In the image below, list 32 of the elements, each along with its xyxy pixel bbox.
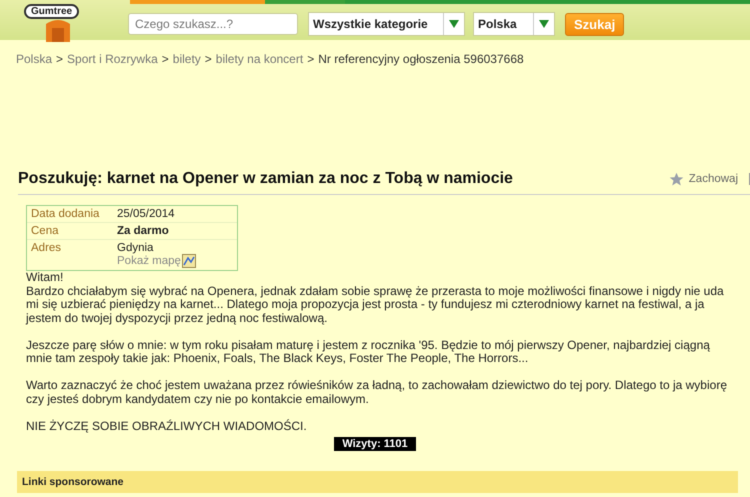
breadcrumb-link[interactable]: bilety na koncert — [216, 52, 304, 66]
location-dropdown[interactable]: Polska — [473, 12, 555, 36]
map-icon — [182, 254, 196, 268]
breadcrumb-link[interactable]: Polska — [16, 52, 52, 66]
detail-value: 25/05/2014 — [117, 208, 175, 220]
visit-counter: Wizyty: 1101 — [334, 437, 416, 451]
description-paragraph: Witam! Bardzo chciałabym się wybrać na Openera, jednak zdałam sobie sprawę że przerasta to moje możliwości finansowe i nigdy nie uda mi się uzbierać pieniędzy na karnet... Dlatego moja propozycja jest prosta - ty fundujesz mi czterodniowy karnet na festiwal, a ja jestem do twojej dyspozycji przez jedną noc festiwalową. — [26, 271, 725, 325]
dropdown-arrow-icon — [449, 20, 459, 28]
breadcrumb-link[interactable]: bilety — [172, 52, 201, 66]
detail-value: Gdynia — [117, 242, 154, 254]
category-dropdown[interactable]: Wszystkie kategorie — [308, 12, 465, 36]
logo-text: Gumtree — [24, 4, 80, 19]
breadcrumb-link[interactable]: Sport i Rozrywka — [67, 52, 158, 66]
sponsored-header: Linki sponsorowane — [17, 471, 738, 493]
description-paragraph: Jeszcze parę słów o mnie: w tym roku pisałam maturę i jestem z rocznika '95. Będzie to mój pierwszy Opener, najbardziej ciągną mnie tam zespoły takie jak: Phoenix, Foals, The Black Keys, Foster The People, The Horrors... — [26, 338, 711, 366]
star-icon — [668, 172, 684, 186]
dropdown-arrow-icon — [539, 20, 549, 28]
search-field[interactable]: Czego szukasz...? — [128, 13, 298, 35]
ad-title: Poszukuję: karnet na Opener w zamian za noc z Tobą w namiocie — [18, 170, 513, 188]
breadcrumb-text: Nr referencyjny ogłoszenia 596037668 — [318, 52, 524, 66]
save-link[interactable]: Zachowaj — [688, 173, 738, 185]
breadcrumb-text: > — [162, 52, 169, 66]
breadcrumb-text: > — [204, 52, 212, 66]
detail-label: Cena — [31, 225, 60, 237]
description-paragraph: NIE ŻYCZĘ SOBIE OBRAŹLIWYCH WIADOMOŚCI. — [26, 420, 308, 433]
detail-value: Za darmo — [117, 225, 169, 237]
breadcrumb-text: > — [307, 52, 314, 66]
breadcrumb-text: > — [56, 52, 64, 66]
show-map-link[interactable]: Pokaż mapę — [117, 255, 181, 267]
detail-label: Data dodania — [31, 208, 100, 220]
description-paragraph: Warto zaznaczyć że choć jestem uważana przez rówieśników za ładną, to zachowałam dziewictwo do tej pory. Dlatego to ja wybiorę czy jesteś dobrym kandydatem czy nie po kontakcie emailowym. — [26, 379, 728, 406]
detail-label: Adres — [31, 242, 62, 256]
